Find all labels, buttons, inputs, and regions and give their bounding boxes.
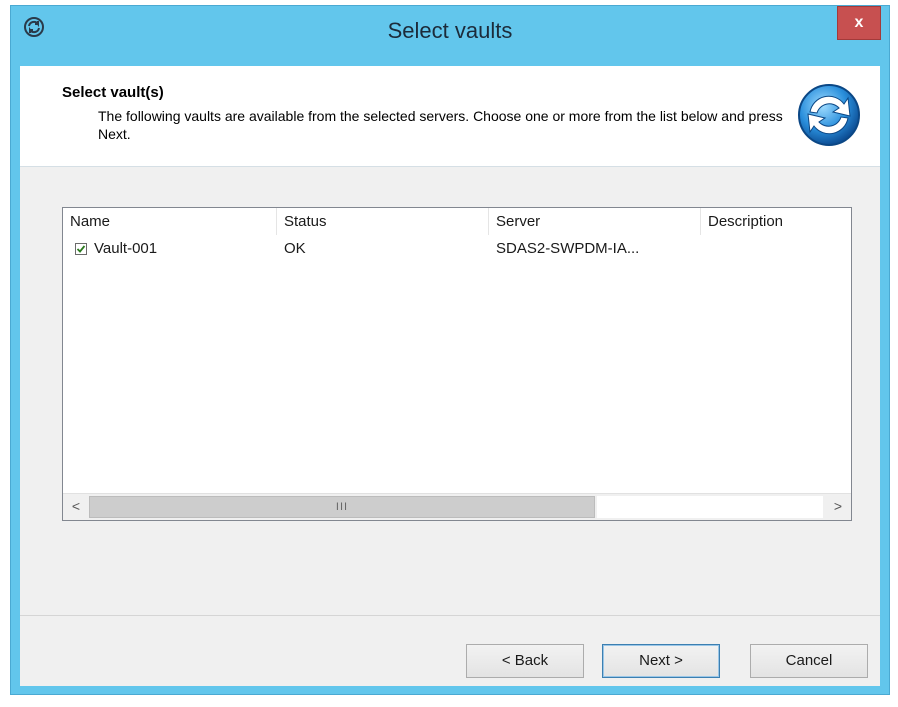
wizard-window: Select vaults x Select vault(s) The foll…	[10, 5, 890, 695]
window-title: Select vaults	[387, 18, 513, 43]
next-button[interactable]: Next >	[602, 644, 720, 678]
wizard-header: Select vault(s) The following vaults are…	[20, 66, 880, 167]
list-header: Name Status Server Description	[63, 208, 851, 235]
vault-checkbox[interactable]	[75, 243, 87, 255]
column-header-server[interactable]: Server	[489, 208, 701, 235]
footer-divider	[20, 615, 880, 616]
vault-list[interactable]: Name Status Server Description Vault-001…	[62, 207, 852, 521]
back-button[interactable]: < Back	[466, 644, 584, 678]
close-button[interactable]: x	[837, 6, 881, 40]
column-header-status[interactable]: Status	[277, 208, 489, 235]
page-description: The following vaults are available from …	[98, 108, 783, 142]
horizontal-scrollbar[interactable]: < III >	[63, 493, 851, 520]
scrollbar-thumb[interactable]: III	[89, 496, 595, 518]
scroll-left-arrow-icon[interactable]: <	[65, 494, 87, 519]
cell-name: Vault-001	[94, 240, 158, 257]
title-bar[interactable]: Select vaults x	[11, 6, 889, 48]
column-header-name[interactable]: Name	[63, 208, 277, 235]
scroll-right-arrow-icon[interactable]: >	[827, 494, 849, 519]
cell-status: OK	[284, 240, 306, 257]
column-header-description[interactable]: Description	[701, 208, 851, 235]
page-title: Select vault(s)	[62, 84, 164, 101]
table-row[interactable]: Vault-001 OK SDAS2-SWPDM-IA...	[63, 237, 851, 261]
cancel-button[interactable]: Cancel	[750, 644, 868, 678]
scrollbar-track[interactable]	[597, 496, 823, 518]
refresh-arrows-icon	[798, 84, 860, 146]
cell-server: SDAS2-SWPDM-IA...	[496, 240, 640, 257]
wizard-client-area: Select vault(s) The following vaults are…	[20, 66, 880, 686]
